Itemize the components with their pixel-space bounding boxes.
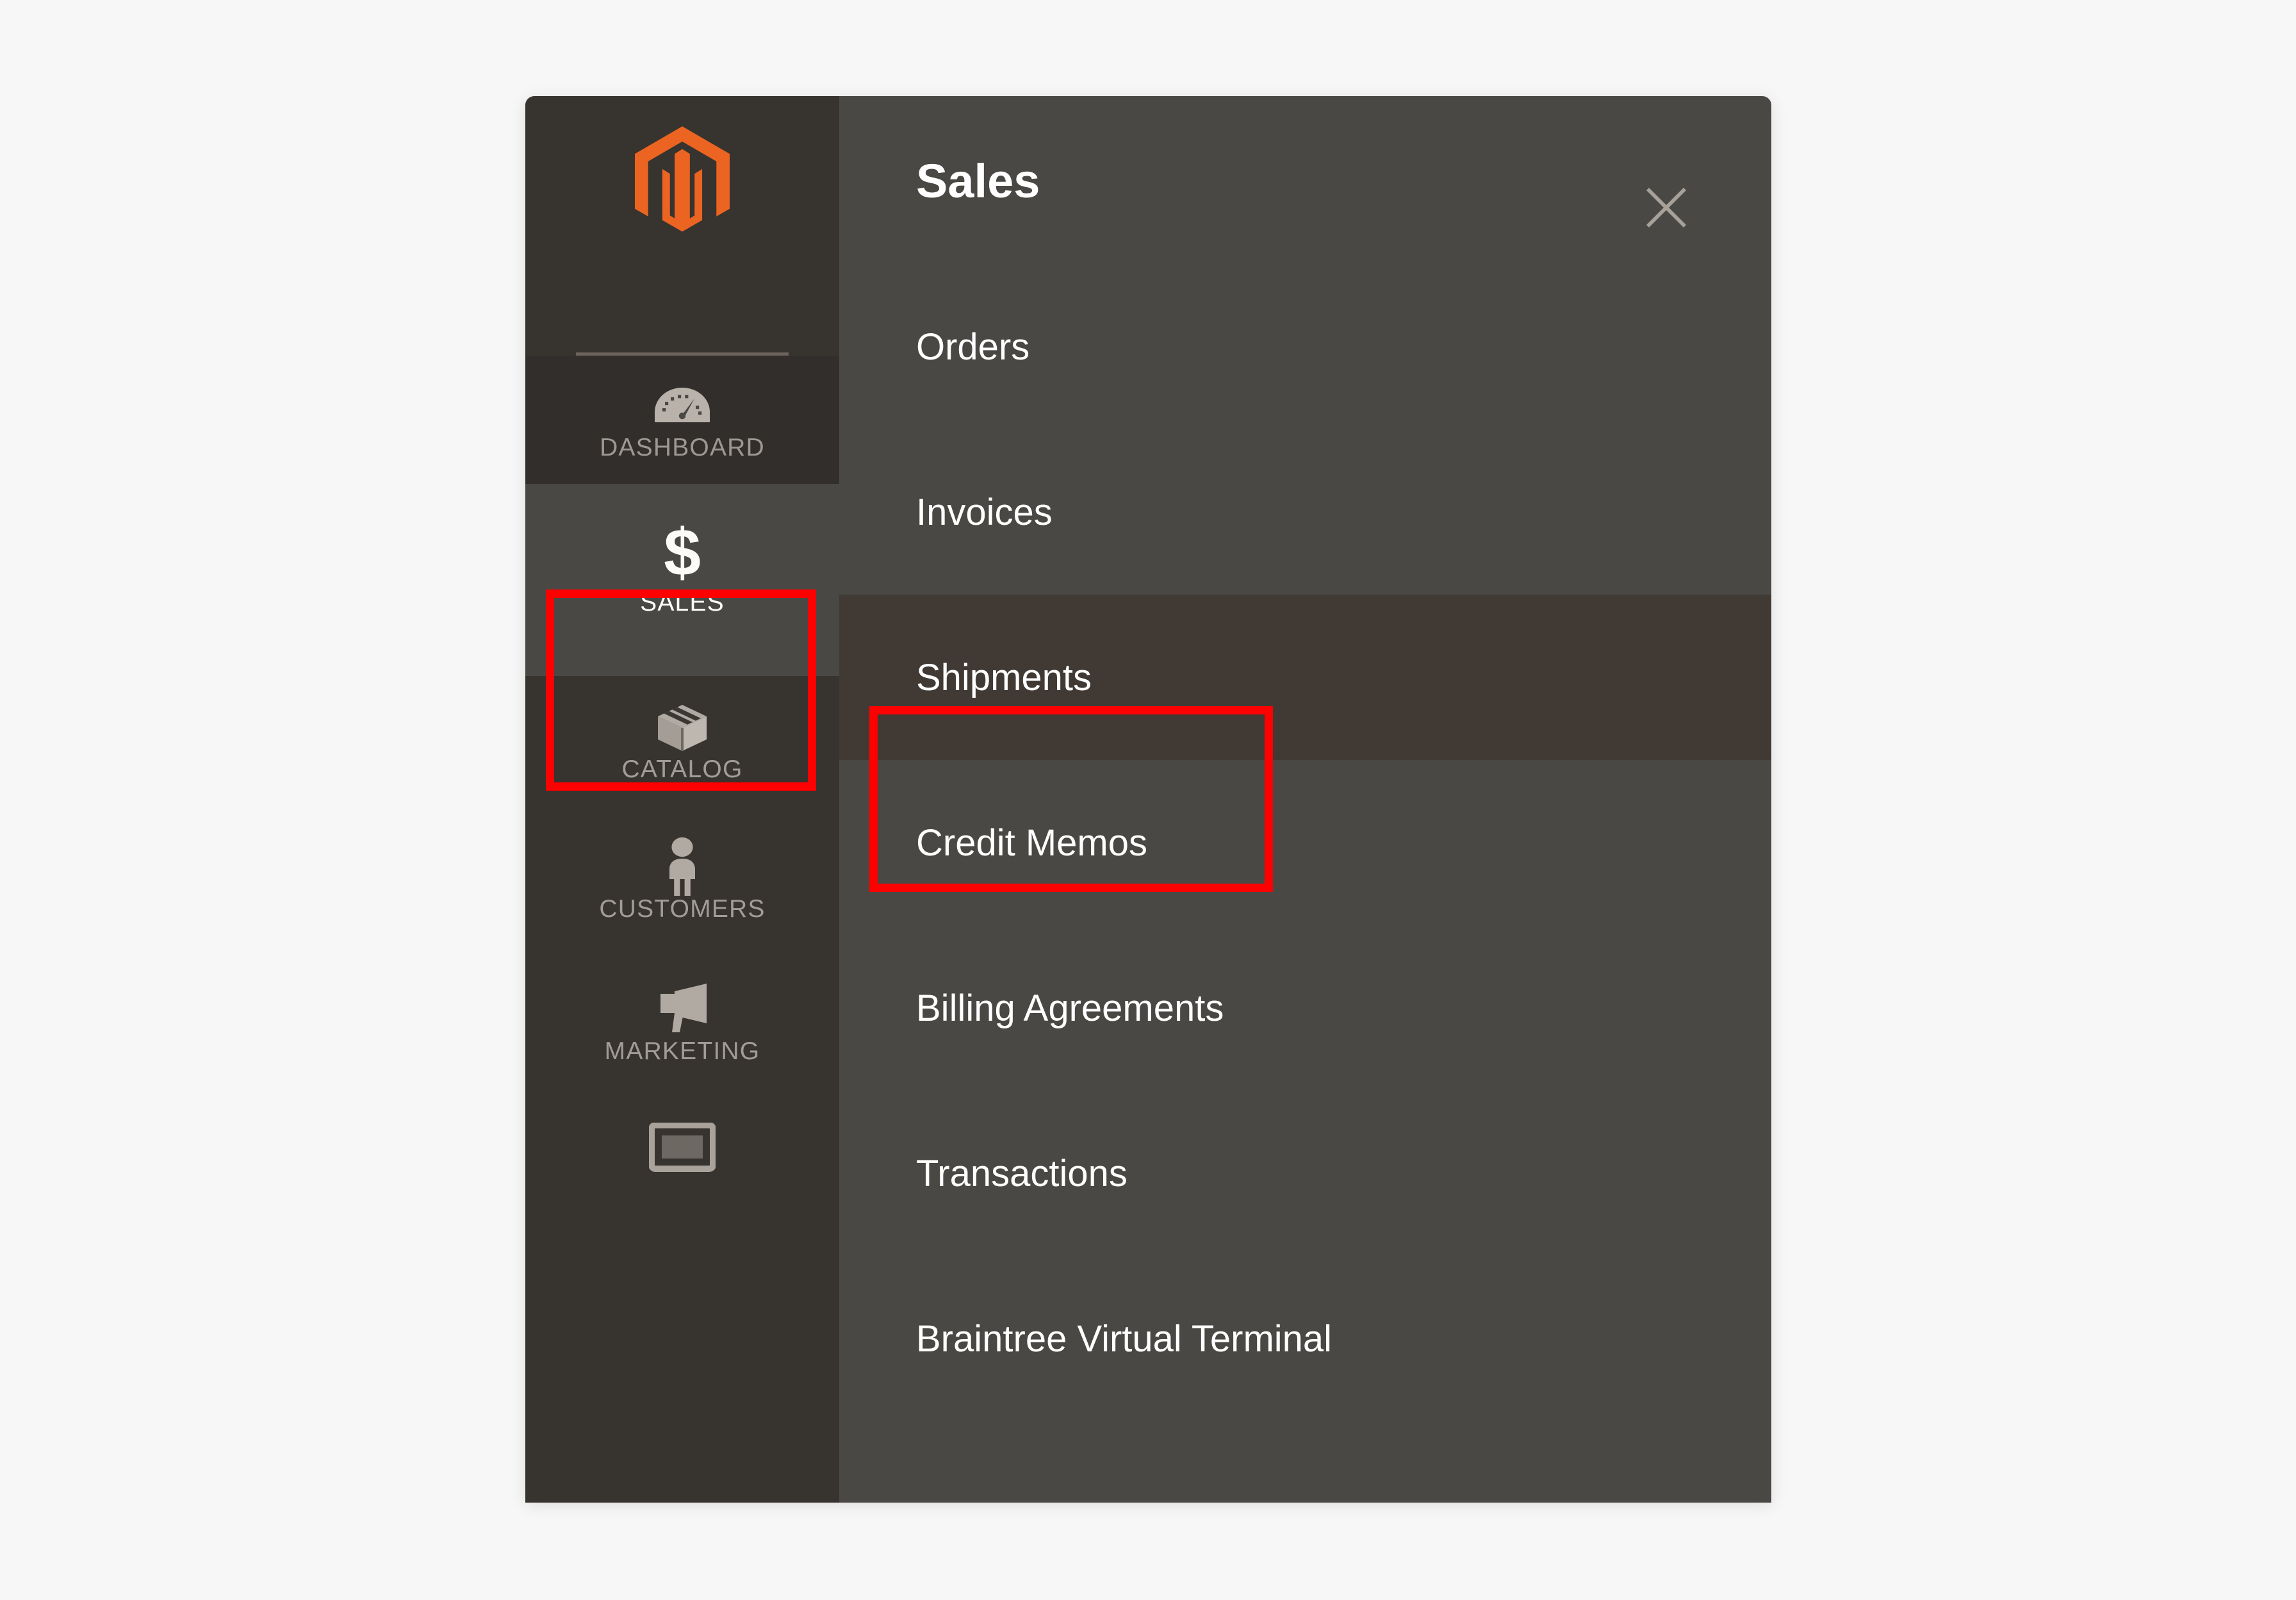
sidebar-item-label: CUSTOMERS [599,895,766,923]
sales-flyout-menu: DASHBOARD $ SALES CATALOG CUSTOMERS MARK… [525,96,1771,1503]
menu-item-credit-memos[interactable]: Credit Memos [839,760,1771,925]
dollar-sign-icon: $ [664,516,701,590]
menu-item-transactions[interactable]: Transactions [839,1091,1771,1256]
flyout-menu-list: Orders Invoices Shipments Credit Memos B… [839,256,1771,1421]
menu-item-label: Invoices [916,491,1053,533]
magento-logo [635,126,730,231]
sidebar-item-content[interactable] [525,1098,839,1187]
sidebar-item-label: MARKETING [604,1037,760,1065]
page-title: Sales [916,154,1040,208]
menu-item-billing-agreements[interactable]: Billing Agreements [839,925,1771,1091]
sidebar-item-label: CATALOG [621,755,743,783]
sidebar-item-marketing[interactable]: MARKETING [525,958,839,1098]
sidebar-item-dashboard[interactable]: DASHBOARD [525,356,839,484]
menu-item-label: Braintree Virtual Terminal [916,1317,1332,1360]
sidebar-item-customers[interactable]: CUSTOMERS [525,816,839,958]
sidebar-item-label: DASHBOARD [600,434,765,461]
flyout-header: Sales [839,96,1771,256]
admin-sidebar-rail: DASHBOARD $ SALES CATALOG CUSTOMERS MARK… [525,96,839,1503]
megaphone-icon [650,984,714,1034]
brand-logo-area[interactable] [525,96,839,266]
sidebar-item-label: SALES [640,589,725,616]
close-icon[interactable] [1643,185,1689,231]
menu-item-label: Shipments [916,656,1092,698]
menu-item-label: Credit Memos [916,821,1147,864]
person-icon [662,837,703,896]
menu-item-orders[interactable]: Orders [839,264,1771,429]
sidebar-item-sales[interactable]: $ SALES [525,484,839,676]
menu-item-shipments[interactable]: Shipments [839,595,1771,760]
menu-item-invoices[interactable]: Invoices [839,429,1771,595]
content-monitor-icon [649,1123,716,1173]
menu-item-braintree-virtual-terminal[interactable]: Braintree Virtual Terminal [839,1256,1771,1421]
menu-item-label: Transactions [916,1152,1128,1194]
menu-item-label: Orders [916,326,1030,368]
sidebar-item-catalog[interactable]: CATALOG [525,676,839,816]
speedometer-icon [652,380,712,430]
flyout-panel: Sales Orders Invoices Shipments Credit M… [839,96,1771,1503]
box-icon [653,702,712,752]
menu-item-label: Billing Agreements [916,987,1224,1029]
